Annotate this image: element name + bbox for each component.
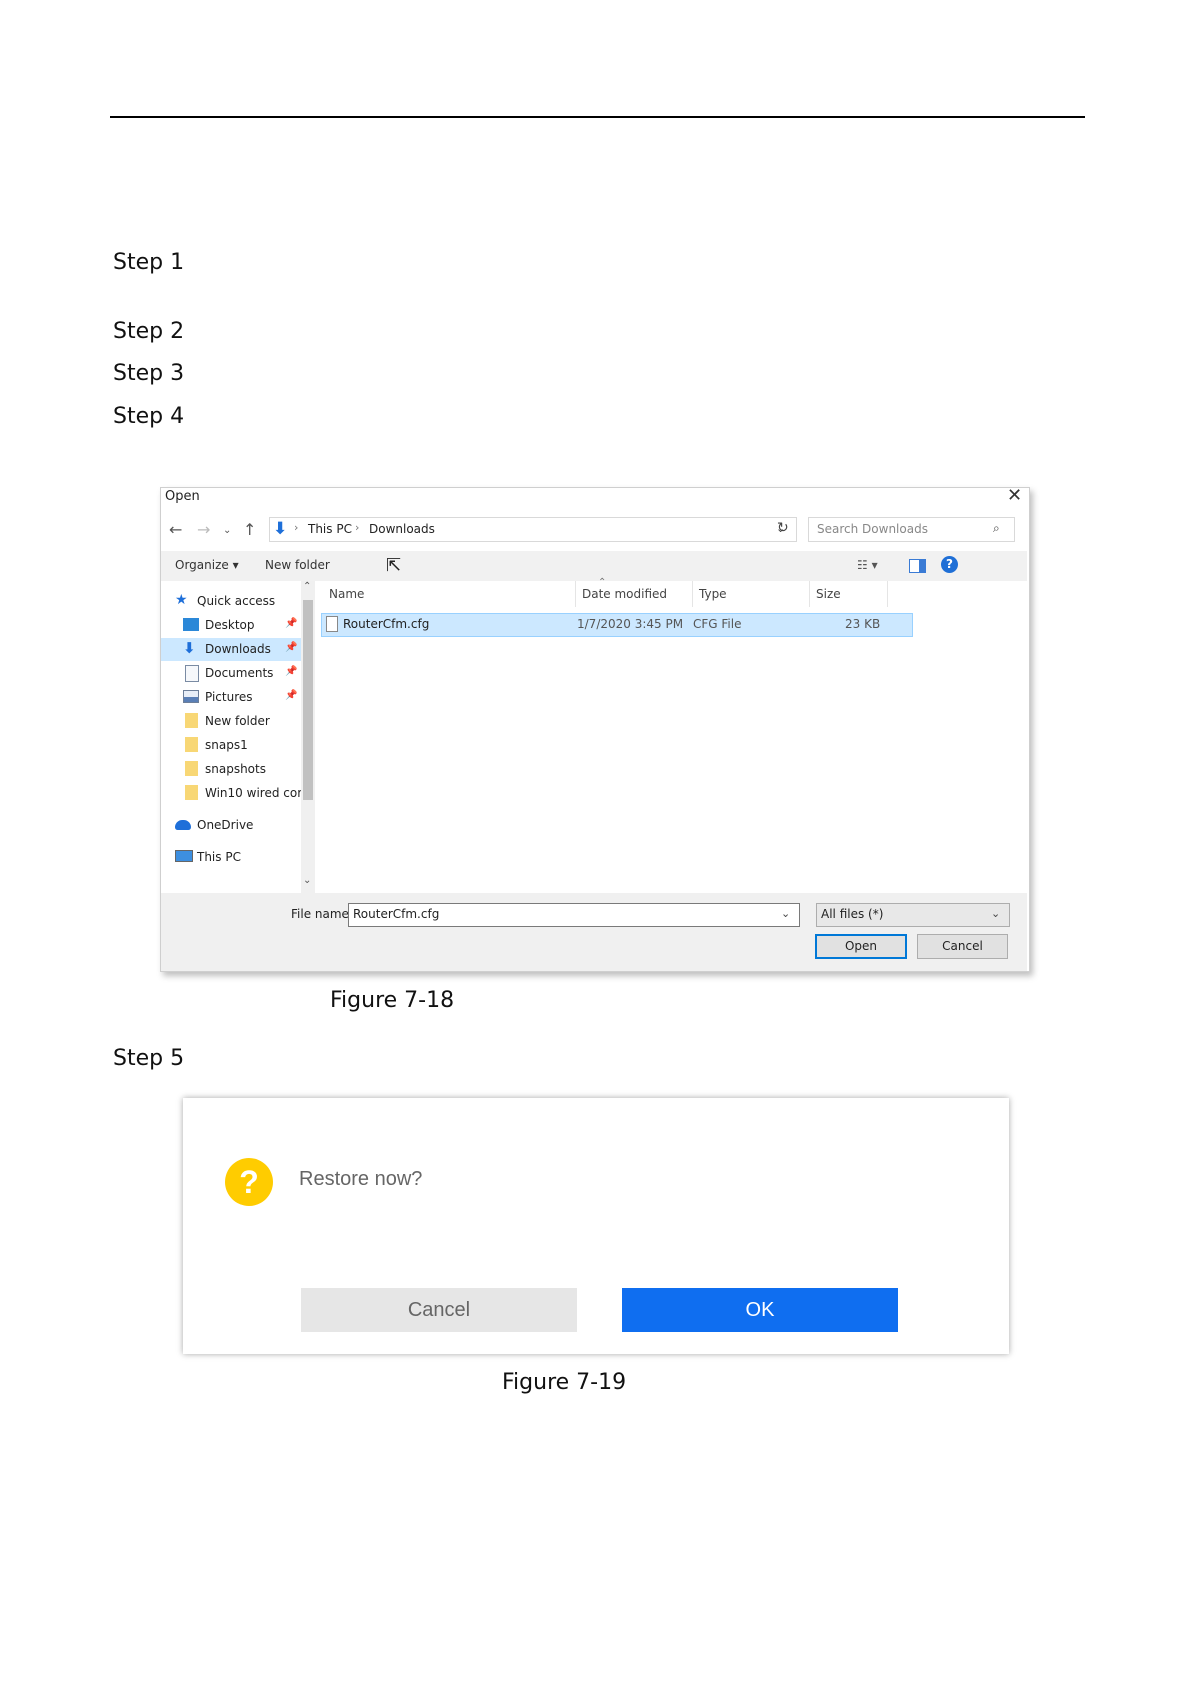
restore-dialog: ? Restore now? Cancel OK <box>183 1098 1009 1354</box>
column-divider <box>575 581 576 607</box>
open-file-dialog: Open ✕ ← → ⌄ ↑ ⬇ › This PC › Downloads ⌄… <box>160 485 1030 972</box>
breadcrumb-separator-icon: › <box>294 521 299 534</box>
restore-cancel-button[interactable]: Cancel <box>301 1288 577 1332</box>
scrollbar-thumb[interactable] <box>303 600 313 800</box>
restore-message: Restore now? <box>299 1168 423 1190</box>
forward-arrow-icon[interactable]: → <box>197 520 210 539</box>
file-name-label: File name: <box>291 907 353 921</box>
column-divider <box>692 581 693 607</box>
address-bar[interactable]: ⬇ › This PC › Downloads ⌄ <box>269 517 797 542</box>
column-header-name[interactable]: Name <box>329 587 364 601</box>
close-icon[interactable]: ✕ <box>1007 485 1022 506</box>
figure-caption: Figure 7-19 <box>502 1370 627 1395</box>
question-icon: ? <box>225 1158 273 1206</box>
search-input[interactable]: Search Downloads ⌕ <box>808 517 1015 542</box>
download-icon: ⬇ <box>273 519 288 539</box>
help-icon[interactable]: ? <box>941 556 958 573</box>
back-arrow-icon[interactable]: ← <box>169 520 182 539</box>
file-name: RouterCfm.cfg <box>343 617 430 631</box>
column-header-size[interactable]: Size <box>816 587 841 601</box>
document-icon <box>185 665 199 682</box>
folder-icon <box>185 737 198 752</box>
breadcrumb-separator-icon: › <box>355 521 360 534</box>
header-rule <box>110 116 1085 118</box>
recent-dropdown-icon[interactable]: ⌄ <box>223 525 231 536</box>
mouse-cursor-icon: ⇱ <box>386 555 402 576</box>
folder-icon <box>185 761 198 776</box>
pin-icon: 📌 <box>285 666 298 677</box>
breadcrumb-this-pc[interactable]: This PC <box>308 522 352 536</box>
file-type-select[interactable]: All files (*) ⌄ <box>816 903 1010 927</box>
file-icon <box>326 616 338 632</box>
folder-icon <box>185 785 198 800</box>
folder-icon <box>185 713 198 728</box>
figure-caption: Figure 7-18 <box>330 988 455 1013</box>
column-header-date[interactable]: Date modified <box>582 587 667 601</box>
file-size: 23 KB <box>845 617 881 631</box>
view-options-icon[interactable]: ☷ ▾ <box>857 558 878 572</box>
file-date: 1/7/2020 3:45 PM <box>577 617 684 631</box>
pin-icon: 📌 <box>285 618 298 629</box>
search-icon: ⌕ <box>993 521 1000 535</box>
step-5-label: Step 5 <box>113 1046 185 1071</box>
column-header-type[interactable]: Type <box>699 587 727 601</box>
file-type-value: All files (*) <box>821 907 884 921</box>
cloud-icon <box>175 820 191 830</box>
dialog-title: Open <box>165 489 200 504</box>
file-name-input[interactable]: RouterCfm.cfg ⌄ <box>348 903 800 927</box>
preview-pane-icon[interactable] <box>909 559 926 573</box>
search-placeholder: Search Downloads <box>817 522 928 536</box>
open-button[interactable]: Open <box>815 934 907 959</box>
desktop-icon <box>183 618 199 631</box>
step-4-label: Step 4 <box>113 404 185 429</box>
column-divider <box>887 581 888 607</box>
pin-icon: 📌 <box>285 642 298 653</box>
download-icon: ⬇ <box>183 639 196 657</box>
restore-ok-button[interactable]: OK <box>622 1288 898 1332</box>
chevron-down-icon[interactable]: ⌄ <box>303 875 311 886</box>
pin-icon: 📌 <box>285 690 298 701</box>
step-2-label: Step 2 <box>113 319 185 344</box>
organize-button[interactable]: Organize ▾ <box>175 558 239 572</box>
chevron-up-icon[interactable]: ⌃ <box>303 581 311 592</box>
chevron-down-icon[interactable]: ⌄ <box>781 907 790 920</box>
dialog-footer: File name: RouterCfm.cfg ⌄ All files (*)… <box>161 893 1027 971</box>
column-divider <box>809 581 810 607</box>
up-arrow-icon[interactable]: ↑ <box>243 520 256 539</box>
file-row[interactable]: RouterCfm.cfg 1/7/2020 3:45 PM CFG File … <box>321 613 913 637</box>
computer-icon <box>175 850 193 862</box>
toolbar: Organize ▾ New folder ⇱ ☷ ▾ ? <box>161 551 1027 581</box>
pictures-icon <box>183 690 199 703</box>
file-type: CFG File <box>693 617 742 631</box>
new-folder-button[interactable]: New folder <box>265 558 330 572</box>
sidebar-item-win10-wired[interactable]: Win10 wired cor <box>183 783 301 805</box>
cancel-button[interactable]: Cancel <box>917 934 1008 959</box>
star-icon: ★ <box>175 592 188 608</box>
breadcrumb-downloads[interactable]: Downloads <box>369 522 435 536</box>
file-list: ⌃ Name Date modified Type Size RouterCfm… <box>319 577 1027 893</box>
chevron-down-icon: ⌄ <box>991 907 1001 920</box>
refresh-icon[interactable]: ↻ <box>777 520 789 536</box>
file-name-value: RouterCfm.cfg <box>353 907 440 921</box>
step-3-label: Step 3 <box>113 361 185 386</box>
step-1-label: Step 1 <box>113 250 185 275</box>
navigation-pane: ★ Quick access Desktop 📌 ⬇ Downloads 📌 D… <box>161 581 311 893</box>
